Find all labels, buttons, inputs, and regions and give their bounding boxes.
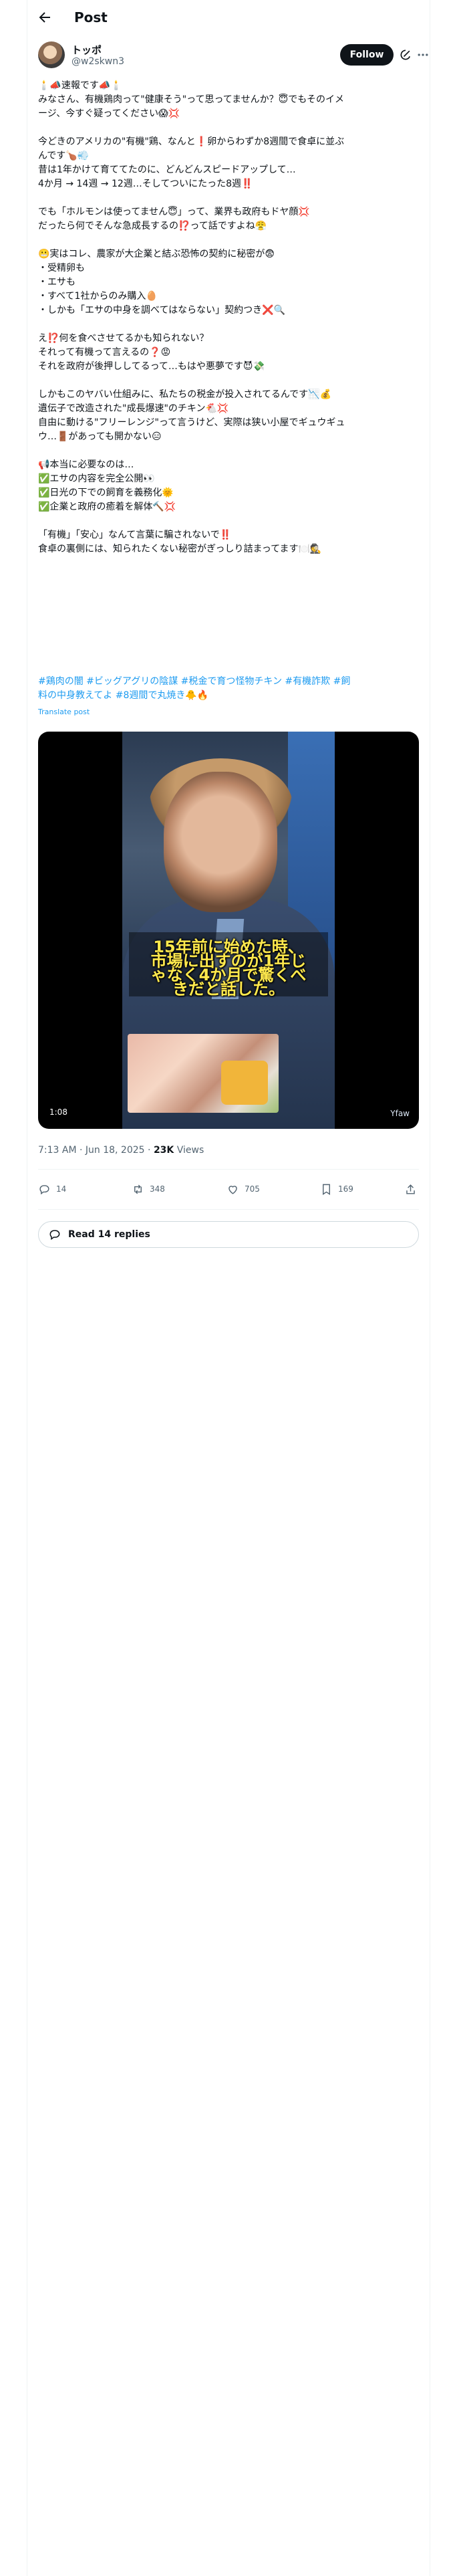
- more-options-icon[interactable]: [416, 48, 430, 62]
- read-replies-button[interactable]: Read 14 replies: [38, 1221, 419, 1248]
- post-meta: 7:13 AM · Jun 18, 2025 · 23K Views: [38, 1145, 204, 1156]
- share-icon: [406, 1184, 415, 1194]
- view-count: 23K: [153, 1145, 174, 1156]
- divider-bottom: [38, 1209, 419, 1210]
- post-timestamp[interactable]: 7:13 AM · Jun 18, 2025: [38, 1145, 145, 1156]
- meta-separator: ·: [144, 1145, 154, 1156]
- post-text-line: ✅エサの内容を完全公開👀: [38, 473, 155, 484]
- grok-icon[interactable]: [399, 48, 412, 62]
- repost-count: 348: [150, 1184, 165, 1194]
- video-caption: 15年前に始めた時、 市場に出すのが1年じ ゃなく4か月で驚くべ きだと話した。: [129, 932, 328, 998]
- reply-count: 14: [56, 1184, 67, 1194]
- bookmark-icon: [323, 1184, 330, 1195]
- video-duration: 1:08: [46, 1106, 71, 1118]
- post-text-line: ✅企業と政府の癒着を解体🔨💢: [38, 502, 176, 512]
- bookmark-count: 169: [338, 1184, 353, 1194]
- post-text-line: ウ…🚪があっても開かない😑: [38, 431, 162, 442]
- hashtag-line: 料の中身教えてよ #8週間で丸焼き🐥🔥: [38, 690, 209, 701]
- author-name[interactable]: トッポ: [71, 43, 102, 57]
- post-text-line: んです🍗💨: [38, 150, 90, 161]
- like-button[interactable]: 705: [227, 1182, 260, 1196]
- post-text-line: ージ、今すぐ疑ってください😱💢: [38, 108, 180, 119]
- read-replies-label: Read 14 replies: [68, 1229, 150, 1240]
- reply-button[interactable]: 14: [38, 1182, 66, 1196]
- like-count: 705: [245, 1184, 260, 1194]
- inset-tray: [221, 1061, 268, 1105]
- post-text-line: ・すべて1社からのみ購入🥚: [38, 291, 158, 302]
- post-text-line: ・受精卵も: [38, 263, 85, 274]
- post-text-line: ・しかも「エサの中身を調べてはならない」契約つき❌🔍: [38, 305, 286, 316]
- video-person-face: [164, 772, 277, 912]
- video-watermark: Yfaw: [390, 1109, 410, 1118]
- post-text-line: 自由に動ける"フリーレンジ"って言うけど、実際は狭い小屋でギュウギュ: [38, 417, 345, 428]
- video-frame: 15年前に始めた時、 市場に出すのが1年じ ゃなく4か月で驚くべ きだと話した。: [122, 732, 335, 1129]
- share-button[interactable]: [404, 1182, 422, 1196]
- caption-line: ゃなく4か月で驚くべ: [150, 966, 307, 984]
- post-text: 🕯️📣速報です📣🕯️ みなさん、有機鶏肉って"健康そう"って思ってませんか？😇でも…: [38, 79, 419, 556]
- hashtags[interactable]: #鶏肉の闇 #ビッグアグリの陰謀 #税金で育つ怪物チキン #有機詐欺 #飼 料の中…: [38, 675, 419, 703]
- caption-line: 15年前に始めた時、: [153, 938, 304, 956]
- author-handle[interactable]: @w2skwn3: [71, 56, 124, 67]
- post-text-line: 4か月 → 14週 → 12週…そしてついにたった8週‼️: [38, 179, 253, 189]
- post-text-line: それを政府が後押ししてるって…もはや悪夢です😈💸: [38, 361, 265, 372]
- post-text-line: それって有機って言えるの❓😡: [38, 347, 171, 358]
- speech-bubble-icon: [49, 1230, 60, 1241]
- views-label: Views: [174, 1145, 204, 1156]
- divider-top: [38, 1169, 419, 1170]
- post-text-line: 📢本当に必要なのは…: [38, 459, 134, 470]
- post-text-line: え⁉️何を食べさせてるかも知られない？: [38, 333, 209, 344]
- post-text-line: ・エサも: [38, 277, 76, 288]
- post-text-line: 「有機」「安心」なんて言葉に騙されないで‼️: [38, 530, 232, 540]
- post-column: Post トッポ @w2skwn3 Follow 🕯️📣速報です📣🕯️ みなさん、…: [27, 0, 430, 2576]
- post-author: トッポ @w2skwn3 Follow: [38, 40, 428, 72]
- reply-icon: [39, 1184, 49, 1194]
- post-text-line: 食卓の裏側には、知られたくない秘密がぎっしり詰まってます🍽️🕵️: [38, 544, 322, 554]
- page-title: Post: [74, 9, 108, 25]
- post-text-line: ✅日光の下での飼育を義務化🌞: [38, 488, 174, 498]
- back-arrow-icon[interactable]: [37, 9, 53, 25]
- follow-button[interactable]: Follow: [340, 44, 394, 66]
- translate-post-link[interactable]: Translate post: [38, 708, 90, 716]
- post-text-line: 昔は1年かけて育ててたのに、どんどんスピードアップして…: [38, 165, 296, 175]
- action-bar: 14 348 705 169: [38, 1174, 419, 1206]
- video-player[interactable]: 15年前に始めた時、 市場に出すのが1年じ ゃなく4か月で驚くべ きだと話した。 1:…: [38, 732, 419, 1129]
- post-text-line: 今どきのアメリカの"有機"鶏、なんと❗卵からわずか8週間で食卓に並ぶ: [38, 136, 345, 147]
- top-bar: Post: [27, 0, 430, 35]
- post-text-line: しかもこのヤバい仕組みに、私たちの税金が投入されてるんです📉💰: [38, 389, 332, 400]
- post-text-line: 😬実はコレ、農家が大企業と結ぶ恐怖の契約に秘密が😨: [38, 249, 275, 259]
- avatar[interactable]: [38, 41, 65, 68]
- caption-line: 市場に出すのが1年じ: [150, 952, 307, 970]
- video-inset-image: [128, 1034, 279, 1113]
- post-text-line: みなさん、有機鶏肉って"健康そう"って思ってませんか？😇でもそのイメ: [38, 94, 344, 105]
- heart-icon: [229, 1185, 237, 1194]
- repost-button[interactable]: 348: [132, 1182, 165, 1196]
- post-text-line: でも「ホルモンは使ってません😇」って、業界も政府もドヤ顔💢: [38, 207, 310, 217]
- bookmark-button[interactable]: 169: [320, 1182, 353, 1196]
- post-text-line: 遺伝子で改造された"成長爆速"のチキン🐔💢: [38, 403, 229, 414]
- hashtag-line: #鶏肉の闇 #ビッグアグリの陰謀 #税金で育つ怪物チキン #有機詐欺 #飼: [38, 676, 351, 687]
- post-text-line: 🕯️📣速報です📣🕯️: [38, 80, 122, 91]
- repost-icon: [134, 1184, 142, 1194]
- post-text-line: だったら何でそんな急成長するの⁉️って話ですよね😤: [38, 221, 267, 231]
